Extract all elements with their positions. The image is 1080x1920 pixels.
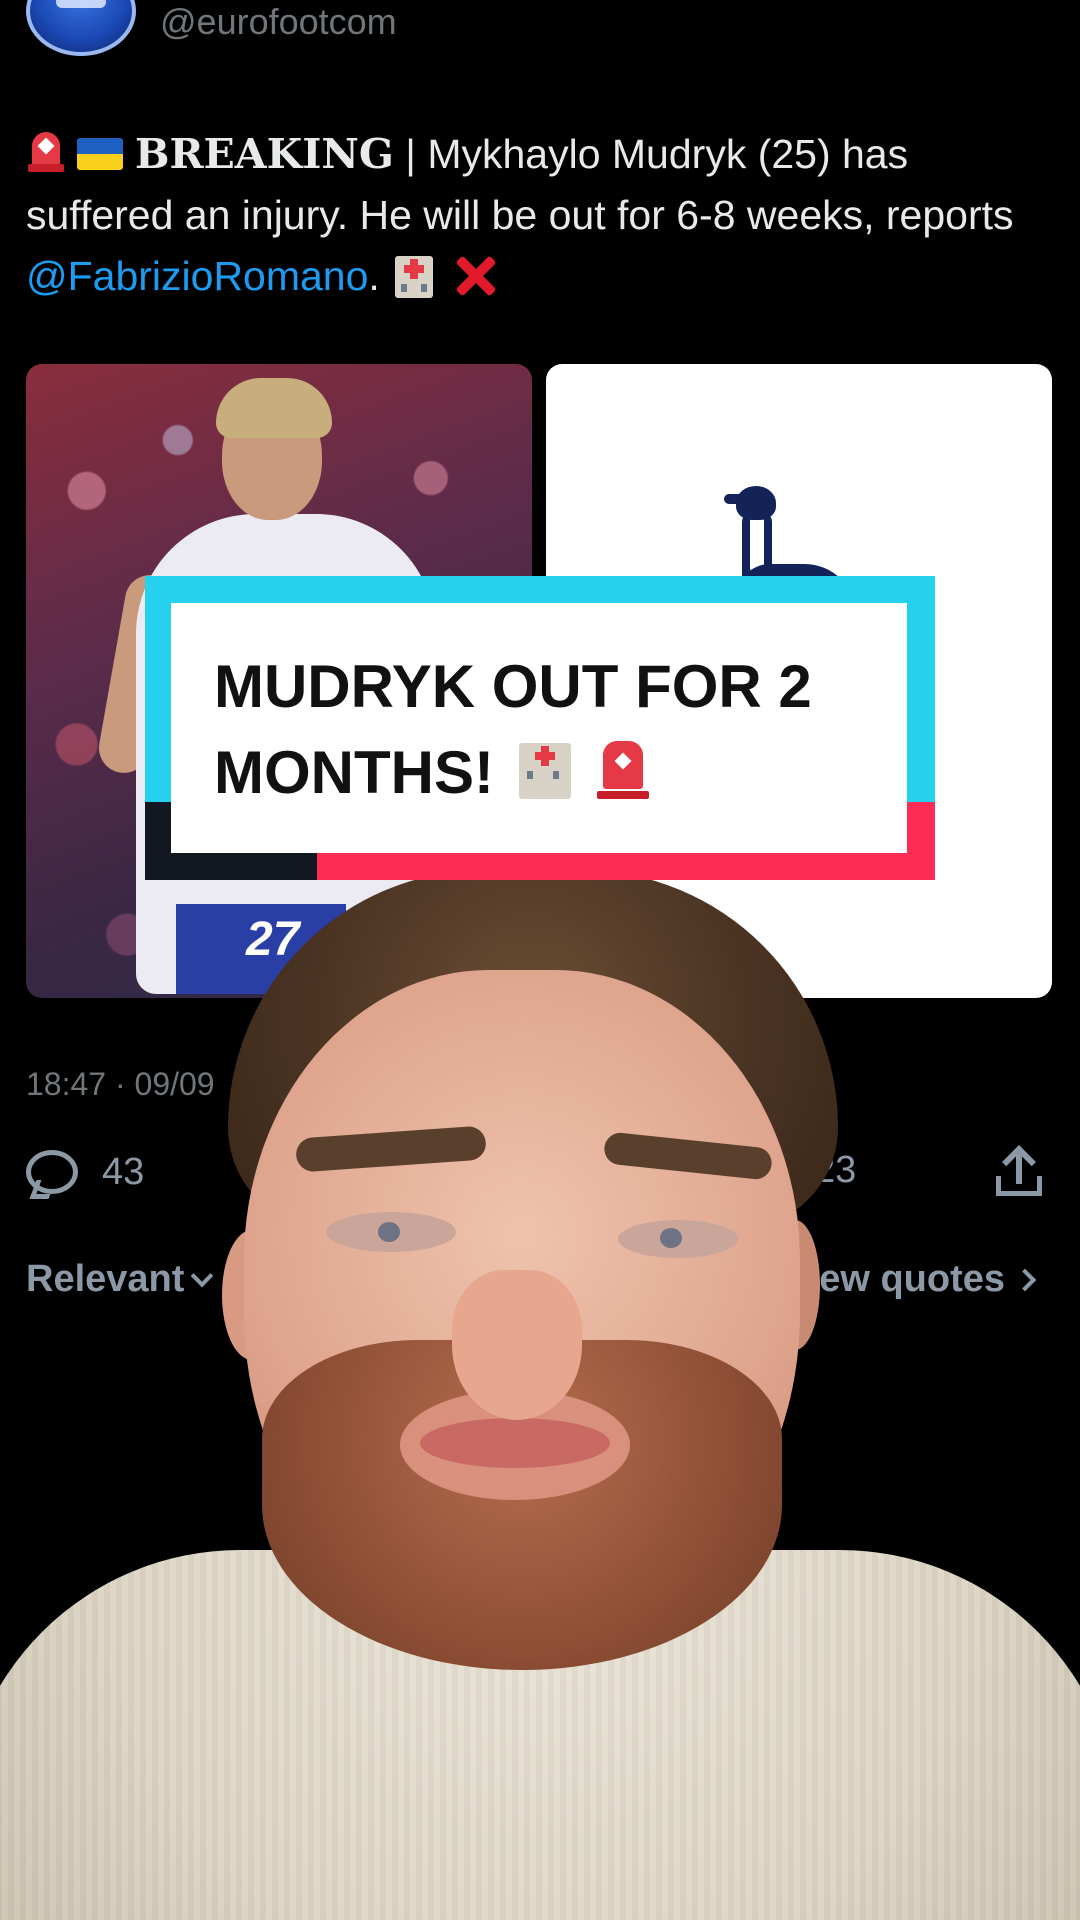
presenter-pupil-left xyxy=(378,1222,400,1242)
tweet-separator: | xyxy=(393,131,428,177)
presenter-pupil-right xyxy=(660,1228,682,1248)
siren-icon xyxy=(26,128,66,174)
presenter-cutout xyxy=(0,870,1080,1920)
caption-label: MUDRYK OUT FOR 2 MONTHS! xyxy=(214,653,812,806)
hospital-icon xyxy=(391,250,437,300)
breaking-label: BREAKING xyxy=(134,130,394,178)
ukraine-flag-icon xyxy=(77,138,124,170)
caption-text: MUDRYK OUT FOR 2 MONTHS! xyxy=(214,644,894,816)
account-handle[interactable]: @eurofootcom xyxy=(160,0,397,44)
presenter-lips xyxy=(420,1418,610,1468)
crest-head xyxy=(736,486,776,520)
player-hair xyxy=(216,378,332,438)
crest-beak xyxy=(724,494,742,504)
siren-icon xyxy=(595,737,651,801)
hospital-icon xyxy=(515,737,575,801)
avatar-emblem xyxy=(56,0,106,8)
account-avatar[interactable] xyxy=(26,0,136,56)
presenter-nose xyxy=(452,1270,582,1420)
tweet-text: BREAKING | Mykhaylo Mudryk (25) has suff… xyxy=(26,124,1046,307)
tweet-end: . xyxy=(368,253,392,299)
tweet-screen: @eurofootcom BREAKING | Mykhaylo Mudryk … xyxy=(0,0,1080,1920)
mention-link[interactable]: @FabrizioRomano xyxy=(26,253,368,299)
red-x-icon xyxy=(449,250,501,302)
